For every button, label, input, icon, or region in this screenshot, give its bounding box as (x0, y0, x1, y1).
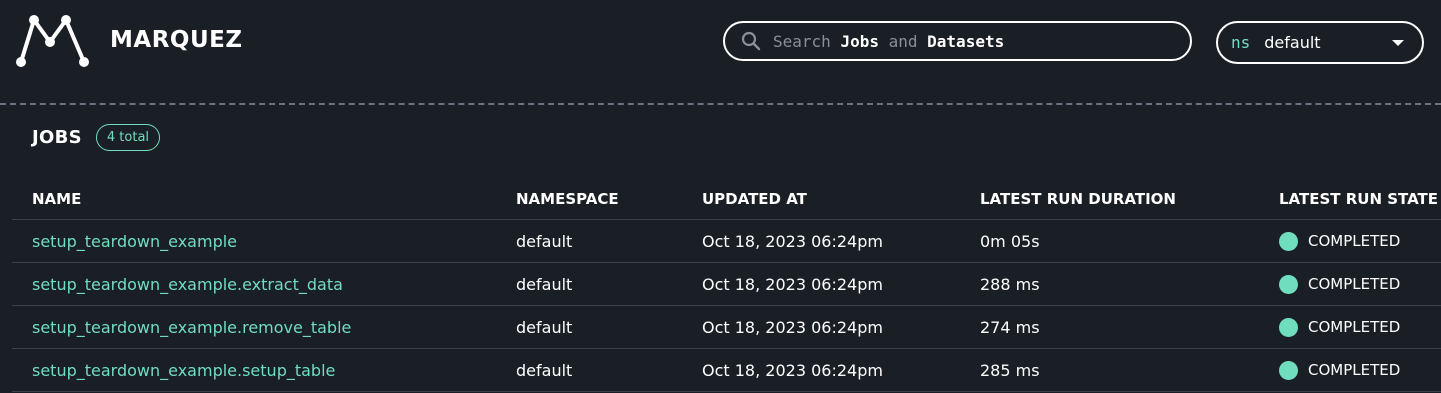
job-updated-at: Oct 18, 2023 06:24pm (702, 231, 883, 251)
job-namespace: default (516, 274, 573, 294)
chevron-down-icon (1392, 40, 1404, 46)
job-updated-at: Oct 18, 2023 06:24pm (702, 274, 883, 294)
job-updated-at: Oct 18, 2023 06:24pm (702, 360, 883, 380)
job-state-label: COMPLETED (1308, 361, 1401, 379)
search-placeholder-prefix: Search (773, 31, 831, 51)
search-placeholder-jobs: Jobs (840, 31, 879, 51)
job-name-link[interactable]: setup_teardown_example (32, 220, 237, 262)
job-duration: 0m 05s (980, 231, 1040, 251)
job-duration: 285 ms (980, 360, 1040, 380)
jobs-heading: JOBS 4 total (32, 124, 161, 151)
table-row[interactable]: setup_teardown_example default Oct 18, 2… (12, 220, 1441, 263)
table-row[interactable]: setup_teardown_example.setup_table defau… (12, 349, 1441, 392)
status-dot-icon (1279, 274, 1298, 294)
namespace-prefix: ns (1231, 33, 1251, 52)
brand-name: MARQUEZ (110, 27, 243, 53)
job-state-label: COMPLETED (1308, 318, 1401, 336)
job-state: COMPLETED (1279, 220, 1400, 262)
job-name-link[interactable]: setup_teardown_example.setup_table (32, 349, 335, 391)
status-dot-icon (1279, 231, 1298, 251)
search-placeholder-and: and (888, 31, 918, 51)
search-icon (741, 31, 761, 51)
job-updated-at: Oct 18, 2023 06:24pm (702, 317, 883, 337)
job-state: COMPLETED (1279, 349, 1400, 391)
job-duration: 274 ms (980, 317, 1040, 337)
job-name-link[interactable]: setup_teardown_example.remove_table (32, 306, 351, 348)
table-header-row: NAME NAMESPACE UPDATED AT LATEST RUN DUR… (12, 178, 1441, 220)
table-row[interactable]: setup_teardown_example.extract_data defa… (12, 263, 1441, 306)
job-name-link[interactable]: setup_teardown_example.extract_data (32, 263, 343, 305)
logo-link[interactable]: MARQUEZ (14, 12, 243, 68)
job-state: COMPLETED (1279, 263, 1400, 305)
job-namespace: default (516, 317, 573, 337)
search-input[interactable]: Search Jobs and Datasets (723, 21, 1192, 61)
search-placeholder-datasets: Datasets (927, 31, 1005, 51)
column-header-duration: LATEST RUN DURATION (980, 189, 1176, 208)
table-row[interactable]: setup_teardown_example.remove_table defa… (12, 306, 1441, 349)
jobs-title: JOBS (32, 127, 82, 148)
job-duration: 288 ms (980, 274, 1040, 294)
job-state: COMPLETED (1279, 306, 1400, 348)
column-header-updated-at: UPDATED AT (702, 189, 807, 208)
column-header-name: NAME (32, 189, 82, 208)
namespace-value: default (1264, 33, 1321, 52)
column-header-namespace: NAMESPACE (516, 189, 619, 208)
job-namespace: default (516, 360, 573, 380)
app-header: MARQUEZ Search Jobs and Datasets ns defa… (0, 0, 1441, 86)
jobs-table: NAME NAMESPACE UPDATED AT LATEST RUN DUR… (12, 178, 1441, 392)
job-namespace: default (516, 231, 573, 251)
header-divider (0, 103, 1441, 105)
marquez-logo-icon (16, 15, 89, 67)
status-dot-icon (1279, 360, 1298, 380)
jobs-count-badge: 4 total (95, 124, 161, 151)
column-header-state: LATEST RUN STATE (1279, 189, 1439, 208)
job-state-label: COMPLETED (1308, 232, 1401, 250)
status-dot-icon (1279, 317, 1298, 337)
namespace-select[interactable]: ns default (1216, 21, 1424, 64)
job-state-label: COMPLETED (1308, 275, 1401, 293)
